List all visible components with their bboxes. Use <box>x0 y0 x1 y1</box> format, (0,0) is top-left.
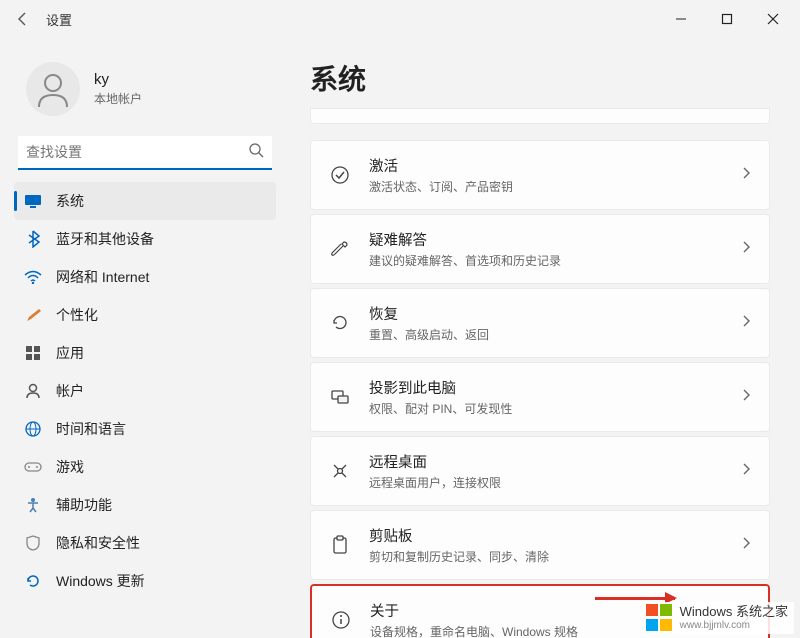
nav-label: 帐户 <box>56 381 84 401</box>
sidebar-item-accessibility[interactable]: 辅助功能 <box>14 486 276 524</box>
info-icon <box>330 609 352 631</box>
chevron-right-icon <box>741 314 751 333</box>
item-title: 剪贴板 <box>369 525 723 546</box>
shield-icon <box>24 534 42 552</box>
item-title: 激活 <box>369 155 723 176</box>
page-title: 系统 <box>310 58 770 98</box>
wifi-icon <box>24 268 42 286</box>
sidebar-item-bluetooth[interactable]: 蓝牙和其他设备 <box>14 220 276 258</box>
user-name: ky <box>94 71 142 88</box>
nav-label: 系统 <box>56 191 84 211</box>
settings-item-remote[interactable]: 远程桌面 远程桌面用户，连接权限 <box>310 436 770 506</box>
apps-icon <box>24 344 42 362</box>
sidebar: ky 本地帐户 系统 蓝牙和其他设备 网络和 Internet <box>0 38 290 638</box>
watermark-text: Windows 系统之家 <box>680 604 788 620</box>
nav-label: 游戏 <box>56 457 84 477</box>
nav-label: 时间和语言 <box>56 419 126 439</box>
sidebar-item-gaming[interactable]: 游戏 <box>14 448 276 486</box>
bluetooth-icon <box>24 230 42 248</box>
sidebar-item-privacy[interactable]: 隐私和安全性 <box>14 524 276 562</box>
recovery-icon <box>329 312 351 334</box>
close-button[interactable] <box>750 0 796 38</box>
settings-item-activation[interactable]: 激活 激活状态、订阅、产品密钥 <box>310 140 770 210</box>
brush-icon <box>24 306 42 324</box>
nav-label: 辅助功能 <box>56 495 112 515</box>
item-title: 恢复 <box>369 303 723 324</box>
sidebar-item-accounts[interactable]: 帐户 <box>14 372 276 410</box>
gamepad-icon <box>24 458 42 476</box>
window-title: 设置 <box>46 10 72 29</box>
nav-label: Windows 更新 <box>56 571 145 591</box>
user-profile[interactable]: ky 本地帐户 <box>4 38 286 136</box>
nav-label: 个性化 <box>56 305 98 325</box>
account-type: 本地帐户 <box>94 90 142 107</box>
chevron-right-icon <box>741 462 751 481</box>
sidebar-item-apps[interactable]: 应用 <box>14 334 276 372</box>
search-icon <box>248 142 264 163</box>
chevron-right-icon <box>741 166 751 185</box>
item-sub: 重置、高级启动、返回 <box>369 326 723 343</box>
nav-label: 蓝牙和其他设备 <box>56 229 154 249</box>
sidebar-item-system[interactable]: 系统 <box>14 182 276 220</box>
project-icon <box>329 386 351 408</box>
globe-icon <box>24 420 42 438</box>
settings-item-troubleshoot[interactable]: 疑难解答 建议的疑难解答、首选项和历史记录 <box>310 214 770 284</box>
watermark: Windows 系统之家 www.bjjmlv.com <box>640 602 794 634</box>
item-sub: 权限、配对 PIN、可发现性 <box>369 400 723 417</box>
item-title: 疑难解答 <box>369 229 723 250</box>
nav-label: 隐私和安全性 <box>56 533 140 553</box>
system-icon <box>24 192 42 210</box>
search-box[interactable] <box>18 136 272 170</box>
sidebar-item-update[interactable]: Windows 更新 <box>14 562 276 600</box>
person-icon <box>24 382 42 400</box>
chevron-right-icon <box>741 240 751 259</box>
remote-icon <box>329 460 351 482</box>
item-sub: 建议的疑难解答、首选项和历史记录 <box>369 252 723 269</box>
item-title: 投影到此电脑 <box>369 377 723 398</box>
sidebar-item-time-lang[interactable]: 时间和语言 <box>14 410 276 448</box>
windows-logo-icon <box>646 604 674 632</box>
sidebar-item-network[interactable]: 网络和 Internet <box>14 258 276 296</box>
update-icon <box>24 572 42 590</box>
settings-item-project[interactable]: 投影到此电脑 权限、配对 PIN、可发现性 <box>310 362 770 432</box>
item-sub: 激活状态、订阅、产品密钥 <box>369 178 723 195</box>
watermark-url: www.bjjmlv.com <box>680 620 788 632</box>
chevron-right-icon <box>741 388 751 407</box>
wrench-icon <box>329 238 351 260</box>
nav-label: 应用 <box>56 343 84 363</box>
partial-item <box>310 108 770 124</box>
avatar-icon <box>26 62 80 116</box>
search-input[interactable] <box>26 144 248 160</box>
settings-item-recovery[interactable]: 恢复 重置、高级启动、返回 <box>310 288 770 358</box>
sidebar-item-personalization[interactable]: 个性化 <box>14 296 276 334</box>
accessibility-icon <box>24 496 42 514</box>
annotation-arrow <box>595 597 675 600</box>
maximize-button[interactable] <box>704 0 750 38</box>
nav-list: 系统 蓝牙和其他设备 网络和 Internet 个性化 应用 帐户 <box>4 182 286 600</box>
settings-item-clipboard[interactable]: 剪贴板 剪切和复制历史记录、同步、清除 <box>310 510 770 580</box>
clipboard-icon <box>329 534 351 556</box>
check-circle-icon <box>329 164 351 186</box>
nav-label: 网络和 Internet <box>56 267 149 287</box>
item-sub: 远程桌面用户，连接权限 <box>369 474 723 491</box>
main-panel: 系统 激活 激活状态、订阅、产品密钥 疑难解答 建议的疑难解答、首选项和历史记录 <box>290 38 800 638</box>
item-sub: 剪切和复制历史记录、同步、清除 <box>369 548 723 565</box>
back-button[interactable] <box>4 0 42 38</box>
item-title: 远程桌面 <box>369 451 723 472</box>
chevron-right-icon <box>741 536 751 555</box>
minimize-button[interactable] <box>658 0 704 38</box>
